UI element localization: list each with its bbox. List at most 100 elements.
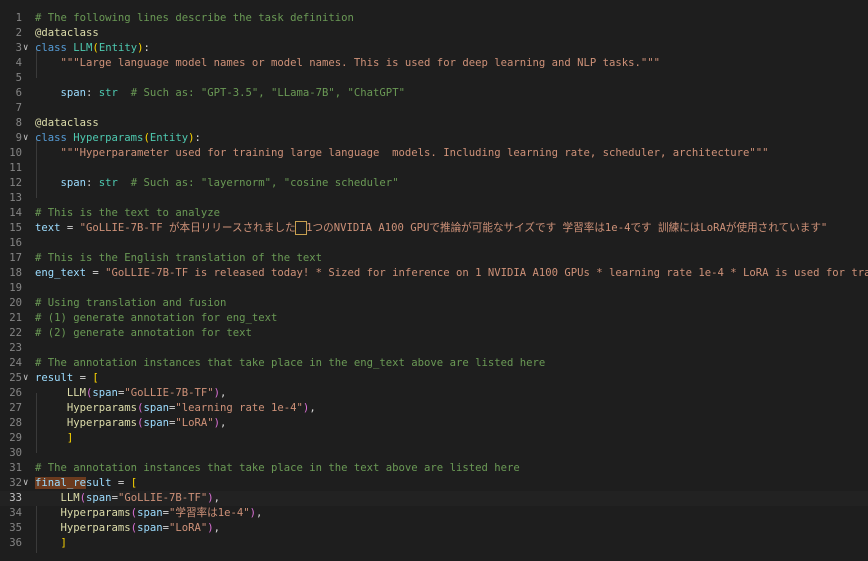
code-line[interactable]: 15 text = "GoLLIE-7B-TF が本日リリースされました 1つのN…	[0, 221, 868, 236]
line-number: 23	[9, 342, 22, 354]
line-number: 35	[9, 522, 22, 534]
code-line[interactable]: 1 # The following lines describe the task…	[0, 11, 868, 26]
fold-chevron-icon[interactable]: ∨	[23, 476, 33, 491]
code-token: ,	[256, 507, 263, 519]
code-token: :	[86, 177, 99, 189]
code-token: Entity	[149, 132, 189, 144]
line-number: 4	[15, 57, 22, 69]
code-line[interactable]: 20 # Using translation and fusion	[0, 296, 868, 311]
code-token: ]	[35, 432, 74, 444]
code-line[interactable]: 34 Hyperparams(span="学習率は1e-4"),	[0, 506, 868, 521]
line-number: 19	[9, 282, 22, 294]
code-text: # This is the text to analyze	[35, 206, 220, 221]
code-token: # (1) generate annotation for eng_text	[35, 312, 278, 324]
code-line[interactable]: 28 Hyperparams(span="LoRA"),	[0, 416, 868, 431]
code-token: span	[35, 87, 87, 99]
code-token	[294, 221, 308, 235]
code-token: # The annotation instances that take pla…	[35, 357, 546, 369]
code-line[interactable]: 2 @dataclass	[0, 26, 868, 41]
code-text: @dataclass	[35, 26, 99, 41]
code-token: ,	[213, 492, 221, 504]
code-token: span	[86, 492, 112, 504]
code-token: # This is the English translation of the…	[35, 252, 323, 264]
line-number: 22	[9, 327, 22, 339]
code-editor[interactable]: 1 # The following lines describe the task…	[0, 0, 868, 561]
code-token: LLM	[73, 42, 93, 54]
code-line[interactable]: 33 LLM(span="GoLLIE-7B-TF"),	[0, 491, 868, 506]
line-number: 21	[9, 312, 22, 324]
code-line[interactable]: 5	[0, 71, 868, 86]
code-text: # The annotation instances that take pla…	[35, 461, 520, 476]
code-line[interactable]: 24 # The annotation instances that take p…	[0, 356, 868, 371]
code-token: ,	[309, 402, 316, 414]
line-number: 12	[9, 177, 22, 189]
code-line[interactable]: 18 eng_text = "GoLLIE-7B-TF is released t…	[0, 266, 868, 281]
line-number: 20	[9, 297, 22, 309]
code-token: "learning rate 1e-4"	[175, 402, 303, 414]
code-line[interactable]: 12 span: str # Such as: "layernorm", "co…	[0, 176, 868, 191]
code-token: class	[35, 42, 74, 54]
code-token: "学習率は1e-4"	[168, 507, 250, 519]
line-number: 17	[9, 252, 22, 264]
code-line[interactable]: 9 ∨ class Hyperparams(Entity):	[0, 131, 868, 146]
code-line[interactable]: 13	[0, 191, 868, 206]
line-number: 36	[9, 537, 22, 549]
line-number: 26	[9, 387, 22, 399]
code-line[interactable]: 6 span: str # Such as: "GPT-3.5", "LLama…	[0, 86, 868, 101]
code-token: =	[73, 372, 93, 384]
code-line[interactable]: 31 # The annotation instances that take p…	[0, 461, 868, 476]
code-token: =	[60, 222, 80, 234]
code-line[interactable]: 10 """Hyperparameter used for training l…	[0, 146, 868, 161]
code-text: ]	[35, 536, 67, 551]
code-token: class	[35, 132, 74, 144]
code-token: span	[92, 387, 118, 399]
code-token: Hyperparams	[35, 402, 138, 414]
code-line[interactable]: 11	[0, 161, 868, 176]
code-token: "LoRA"	[168, 522, 208, 534]
line-number: 34	[9, 507, 22, 519]
code-token: 1つのNVIDIA A100 GPUで推論が可能なサイズです 学習率は1e-4で…	[306, 222, 828, 234]
code-line[interactable]: 30	[0, 446, 868, 461]
fold-chevron-icon[interactable]: ∨	[23, 371, 33, 386]
code-line[interactable]: 19	[0, 281, 868, 296]
code-text: # The annotation instances that take pla…	[35, 356, 545, 371]
code-line[interactable]: 36 ]	[0, 536, 868, 551]
code-token: """Hyperparameter used for training larg…	[35, 147, 769, 159]
code-line[interactable]: 3 ∨ class LLM(Entity):	[0, 41, 868, 56]
code-text: LLM(span="GoLLIE-7B-TF"),	[35, 386, 227, 401]
code-line[interactable]: 27 Hyperparams(span="learning rate 1e-4"…	[0, 401, 868, 416]
code-line[interactable]: 4 """Large language model names or model…	[0, 56, 868, 71]
code-line[interactable]: 17 # This is the English translation of t…	[0, 251, 868, 266]
code-token: "GoLLIE-7B-TF is released today! * Sized…	[105, 267, 868, 279]
code-line[interactable]: 26 LLM(span="GoLLIE-7B-TF"),	[0, 386, 868, 401]
line-number: 9	[15, 132, 22, 144]
code-line[interactable]: 29 ]	[0, 431, 868, 446]
code-line[interactable]: 23	[0, 341, 868, 356]
code-token: eng_text	[35, 267, 87, 279]
code-line[interactable]: 16	[0, 236, 868, 251]
code-line[interactable]: 8 @dataclass	[0, 116, 868, 131]
code-token: Entity	[98, 42, 138, 54]
code-line[interactable]: 35 Hyperparams(span="LoRA"),	[0, 521, 868, 536]
code-token: =	[111, 477, 131, 489]
code-token: "GoLLIE-7B-TF"	[117, 492, 208, 504]
code-token: final_re	[35, 477, 87, 489]
code-line[interactable]: 32 ∨ final_result = [	[0, 476, 868, 491]
fold-chevron-icon[interactable]: ∨	[23, 41, 33, 56]
code-line[interactable]: 21 # (1) generate annotation for eng_text	[0, 311, 868, 326]
line-number: 31	[9, 462, 22, 474]
code-token: """Large language model names or model n…	[35, 57, 661, 69]
fold-chevron-icon[interactable]: ∨	[23, 131, 33, 146]
code-text: Hyperparams(span="LoRA"),	[35, 521, 221, 536]
code-text: # Using translation and fusion	[35, 296, 226, 311]
code-line[interactable]: 14 # This is the text to analyze	[0, 206, 868, 221]
code-text: Hyperparams(span="LoRA"),	[35, 416, 227, 431]
line-number: 24	[9, 357, 22, 369]
line-number: 25	[9, 372, 22, 384]
code-text: span: str # Such as: "GPT-3.5", "LLama-7…	[35, 86, 405, 101]
code-text: # (1) generate annotation for eng_text	[35, 311, 277, 326]
code-line[interactable]: 7	[0, 101, 868, 116]
code-text: class Hyperparams(Entity):	[35, 131, 201, 146]
code-line[interactable]: 22 # (2) generate annotation for text	[0, 326, 868, 341]
code-line[interactable]: 25 ∨ result = [	[0, 371, 868, 386]
